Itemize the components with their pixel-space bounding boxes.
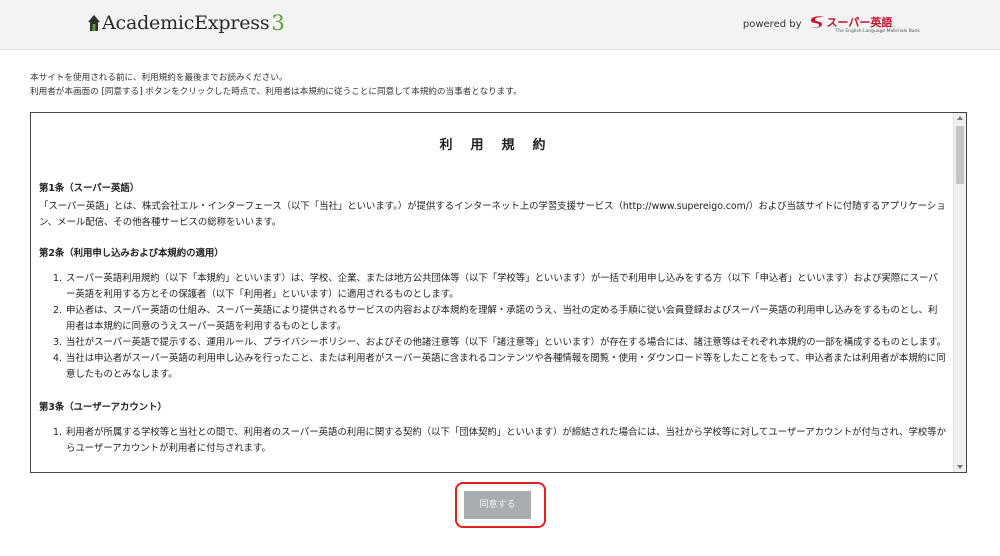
intro-line-1: 本サイトを使用される前に、利用規約を最後までお読みください。 [30, 73, 288, 83]
list-item: 4. 当社は申込者がスーパー英語の利用申し込みを行ったこと、または利用者がスーパ… [53, 353, 946, 380]
article-1-title: 第1条（スーパー英語） [39, 183, 140, 194]
header: AcademicExpress 3 powered by スーパー英語 The E… [0, 0, 1000, 50]
brand-logo: スーパー英語 The English Language Materials Ba… [808, 14, 920, 34]
article-2-title: 第2条（利用申し込みおよび本規約の適用） [39, 248, 224, 259]
brand-subtitle: The English Language Materials Bank [835, 29, 920, 34]
scroll-up-arrow-icon[interactable] [957, 116, 963, 120]
logo: AcademicExpress 3 [88, 9, 285, 37]
list-item: 1. スーパー英語利用規約（以下「本規約」といいます）は、学校、企業、または地方… [53, 273, 938, 300]
article-1-body: 「スーパー英語」とは、株式会社エル・インターフェース（以下「当社」といいます。）… [39, 201, 946, 228]
swoosh-icon [808, 16, 824, 28]
brand-name: スーパー英語 [826, 16, 893, 29]
powered-by-label: powered by [742, 18, 802, 30]
scroll-down-arrow-icon[interactable] [957, 465, 963, 469]
terms-scroll-box[interactable]: 利用規約 第1条（スーパー英語） 「スーパー英語」とは、株式会社エル・インターフ… [30, 112, 967, 473]
list-item: 1. 利用者が所属する学校等と当社との間で、利用者のスーパー英語の利用に関する契… [53, 427, 946, 454]
intro-line-2: 利用者が本画面の [同意する] ボタンをクリックした時点で、利用者は本規約に従う… [30, 87, 522, 97]
logo-text: AcademicExpress [102, 12, 270, 34]
powered-by: powered by スーパー英語 The English Language M… [743, 14, 920, 34]
terms-title: 利用規約 [439, 138, 564, 153]
article-3-list: 1. 利用者が所属する学校等と当社との間で、利用者のスーパー英語の利用に関する契… [39, 425, 946, 457]
agree-button[interactable]: 同意する [464, 491, 531, 519]
vertical-scrollbar[interactable] [953, 113, 966, 472]
terms-content: 利用規約 第1条（スーパー英語） 「スーパー英語」とは、株式会社エル・インターフ… [31, 113, 954, 472]
scroll-thumb[interactable] [956, 126, 964, 184]
article-2-list: 1. スーパー英語利用規約（以下「本規約」といいます）は、学校、企業、または地方… [39, 271, 946, 383]
list-item: 3. 当社がスーパー英語で提示する、運用ルール、プライバシーポリシー、およびその… [53, 337, 946, 348]
logo-version: 3 [271, 11, 285, 35]
list-item: 2. 申込者は、スーパー英語の仕組み、スーパー英語により提供されるサービスの内容… [53, 305, 938, 332]
article-3-title: 第3条（ユーザーアカウント） [39, 402, 167, 413]
house-icon [88, 15, 100, 31]
intro-text: 本サイトを使用される前に、利用規約を最後までお読みください。 利用者が本画面の … [30, 71, 522, 99]
